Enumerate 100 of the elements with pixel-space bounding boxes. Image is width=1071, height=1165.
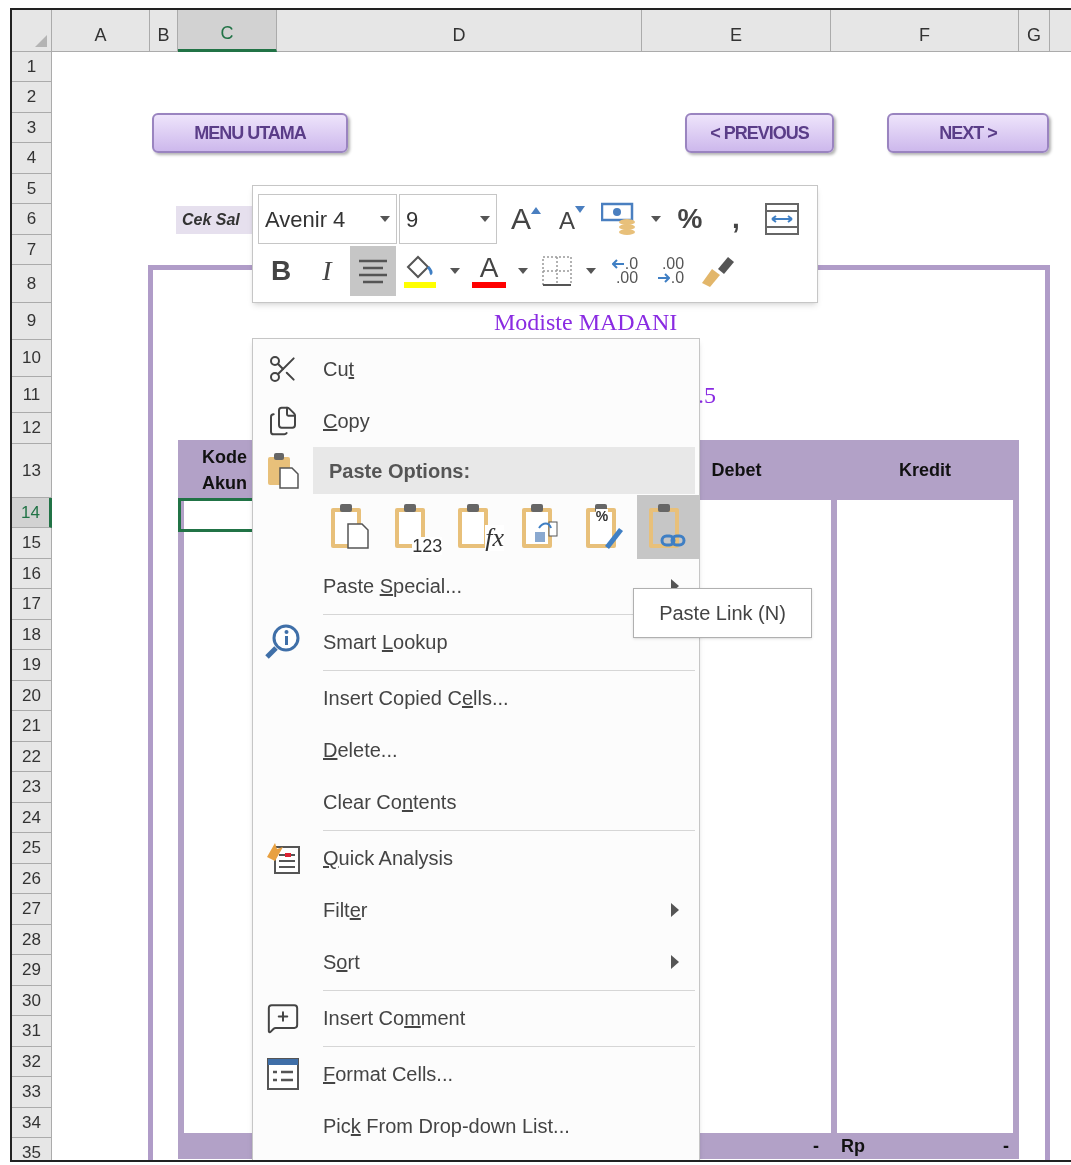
row-header[interactable]: 5 — [12, 174, 52, 204]
increase-decimal-button[interactable]: .0 .00 — [602, 246, 648, 296]
row-header[interactable]: 15 — [12, 528, 52, 559]
menu-item[interactable]: Filter — [323, 895, 368, 925]
up-triangle-icon — [531, 207, 541, 214]
row-header[interactable]: 18 — [12, 620, 52, 650]
row-header[interactable]: 31 — [12, 1016, 52, 1047]
row-header[interactable]: 16 — [12, 559, 52, 589]
paste-option-button[interactable]: fx — [446, 495, 508, 559]
quick-analysis-icon — [265, 841, 301, 875]
table-cell-text: - — [812, 1135, 820, 1158]
column-header[interactable]: D — [277, 10, 642, 52]
row-header[interactable]: 34 — [12, 1108, 52, 1138]
column-header[interactable]: E — [642, 10, 831, 52]
grow-font-button[interactable]: A — [503, 194, 549, 244]
row-header[interactable]: 13 — [12, 444, 52, 498]
menu-item[interactable]: Quick Analysis — [323, 843, 454, 873]
corner-triangle-icon — [35, 35, 47, 47]
period-text: .5 — [698, 381, 717, 410]
tooltip: Paste Link (N) — [633, 588, 812, 638]
row-header[interactable]: 8 — [12, 265, 52, 303]
row-header[interactable]: 12 — [12, 413, 52, 444]
row-header[interactable]: 23 — [12, 772, 52, 803]
paintbrush-icon — [700, 255, 736, 287]
paste-option-button[interactable]: % — [573, 495, 636, 559]
menu-item[interactable]: Insert Comment — [323, 1003, 466, 1033]
row-header[interactable]: 17 — [12, 589, 52, 620]
column-heading: Kode Akun — [202, 446, 247, 495]
row-header[interactable]: 20 — [12, 681, 52, 711]
row-header[interactable]: 24 — [12, 803, 52, 833]
row-header[interactable]: 2 — [12, 82, 52, 113]
left-arrow-icon — [611, 259, 624, 269]
row-header[interactable]: 25 — [12, 833, 52, 864]
menu-item[interactable]: Copy — [323, 406, 370, 436]
row-header[interactable]: 9 — [12, 303, 52, 340]
caret-icon — [380, 216, 390, 222]
table-cell-text: - — [1003, 1135, 1009, 1158]
decrease-decimal-button[interactable]: .00 .0 — [648, 246, 694, 296]
shrink-font-button[interactable]: A — [549, 194, 595, 244]
row-header[interactable]: 3 — [12, 113, 52, 143]
company-name: Modiste MADANI — [494, 307, 679, 337]
menu-item[interactable]: Smart Lookup — [323, 627, 448, 657]
nav-button[interactable]: NEXT > — [887, 113, 1049, 153]
menu-item[interactable]: Pick From Drop-down List... — [323, 1111, 570, 1141]
row-header[interactable]: 27 — [12, 894, 52, 925]
paste-option-button[interactable] — [637, 495, 700, 559]
column-header[interactable]: F — [831, 10, 1019, 52]
column-header[interactable]: A — [52, 10, 150, 52]
row-header[interactable]: 33 — [12, 1077, 52, 1108]
nav-button[interactable]: < PREVIOUS — [685, 113, 834, 153]
row-header[interactable]: 7 — [12, 235, 52, 265]
row-header[interactable]: 35 — [12, 1138, 52, 1160]
row-header[interactable]: 29 — [12, 955, 52, 986]
row-header[interactable]: 11 — [12, 377, 52, 413]
menu-section-header: Paste Options: — [313, 447, 695, 494]
menu-item[interactable]: Sort — [323, 947, 360, 977]
row-header[interactable]: 28 — [12, 925, 52, 955]
column-header[interactable]: B — [150, 10, 178, 52]
menu-item[interactable]: Clear Contents — [323, 787, 457, 817]
row-header[interactable]: 14 — [12, 498, 52, 528]
row-header[interactable]: 30 — [12, 986, 52, 1016]
italic-button[interactable]: I — [304, 246, 350, 296]
column-heading: Kredit — [898, 458, 952, 482]
format-button[interactable]: % — [667, 194, 713, 244]
row-header[interactable]: 21 — [12, 711, 52, 742]
row-header[interactable]: 6 — [12, 204, 52, 235]
row-header[interactable]: 10 — [12, 340, 52, 377]
font-color-button[interactable]: A — [466, 246, 512, 296]
menu-item[interactable]: Delete... — [323, 735, 398, 765]
format-cells-icon — [267, 1058, 299, 1090]
paint-bucket-icon — [402, 253, 438, 289]
row-header[interactable]: 22 — [12, 742, 52, 772]
nav-button[interactable]: MENU UTAMA — [152, 113, 348, 153]
format-button[interactable]: , — [713, 194, 759, 244]
paste-option-button[interactable]: 123 — [382, 495, 445, 559]
check-label: Cek Sal — [176, 205, 252, 234]
font-size-dropdown[interactable]: 9 — [399, 194, 497, 244]
borders-icon — [542, 256, 572, 286]
row-header[interactable]: 1 — [12, 52, 52, 82]
menu-item[interactable]: Cut — [323, 354, 355, 384]
menu-item[interactable]: Paste Special... — [323, 571, 462, 601]
table-cell-text: Rp — [841, 1135, 865, 1158]
clipboard-icon — [266, 451, 300, 490]
font-name-dropdown[interactable]: Avenir 4 — [258, 194, 397, 244]
menu-item[interactable]: Insert Copied Cells... — [323, 683, 509, 713]
caret-icon — [480, 216, 490, 222]
row-header[interactable]: 32 — [12, 1047, 52, 1077]
menu-item[interactable]: Format Cells... — [323, 1059, 454, 1089]
center-align-button[interactable] — [350, 246, 396, 296]
row-header[interactable]: 26 — [12, 864, 52, 894]
down-triangle-icon — [575, 205, 585, 213]
column-header[interactable]: C — [178, 10, 277, 52]
column-header[interactable]: G — [1019, 10, 1050, 52]
column-heading: Debet — [710, 458, 763, 482]
align-center-icon — [358, 258, 388, 284]
format-button[interactable]: B — [258, 246, 304, 296]
row-header[interactable]: 19 — [12, 650, 52, 681]
comment-plus-icon — [266, 1001, 300, 1035]
row-header[interactable]: 4 — [12, 143, 52, 174]
merge-cells-icon — [765, 203, 799, 235]
